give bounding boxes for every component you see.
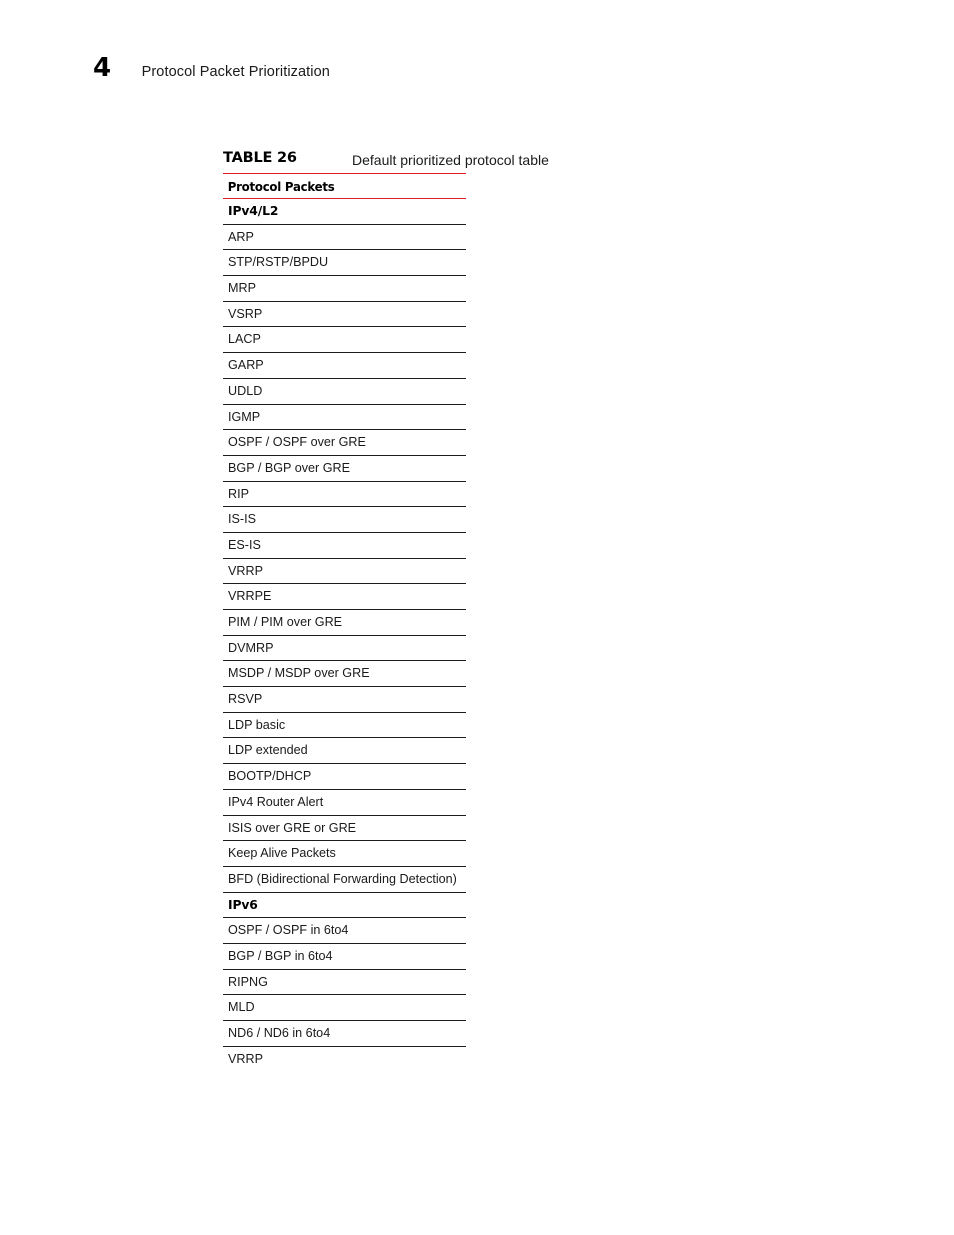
protocol-packet-label: MLD [228, 1000, 255, 1015]
protocol-packet-label: LDP basic [228, 717, 286, 732]
table-row: RSVP [223, 687, 466, 713]
protocol-packet-label: RSVP [228, 692, 263, 707]
protocol-packet-label: IPv4 Router Alert [228, 794, 324, 809]
table-row: OSPF / OSPF over GRE [223, 430, 466, 456]
table-row: IPv4 Router Alert [223, 790, 466, 816]
protocol-packet-label: DVMRP [228, 640, 274, 655]
table-row: RIPNG [223, 970, 466, 996]
table-group-row: IPv6 [223, 893, 466, 919]
table-row: IGMP [223, 405, 466, 431]
table-row: VRRPE [223, 584, 466, 610]
protocol-packet-label: LDP extended [228, 743, 308, 758]
table-row: MSDP / MSDP over GRE [223, 661, 466, 688]
protocol-packet-label: MRP [228, 281, 256, 296]
protocol-packet-label: ND6 / ND6 in 6to4 [228, 1026, 331, 1040]
table-row: BFD (Bidirectional Forwarding Detection) [223, 867, 466, 893]
protocol-packet-label: RIPNG [228, 974, 268, 989]
protocol-packet-label: VRRPE [228, 589, 272, 604]
table-column-header-row: Protocol Packets [223, 174, 466, 199]
table-row: LACP [223, 327, 466, 354]
protocol-packet-label: RIP [228, 486, 249, 501]
table-row: MRP [223, 276, 466, 302]
protocol-packet-label: VRRP [228, 563, 263, 578]
table-row: ARP [223, 225, 466, 251]
table-caption: TABLE 26 Default prioritized protocol ta… [223, 150, 549, 174]
table-row: BGP / BGP over GRE [223, 456, 466, 482]
table-row: LDP extended [223, 738, 466, 765]
table-group-row: IPv4/L2 [223, 199, 466, 225]
table-row: VRRP [223, 559, 466, 585]
protocol-packet-label: BGP / BGP over GRE [228, 460, 351, 475]
table-row: BOOTP/DHCP [223, 764, 466, 790]
table-row: IS-IS [223, 507, 466, 533]
page-running-header: 4 Protocol Packet Prioritization [93, 55, 330, 81]
protocol-packet-label: VRRP [228, 1051, 263, 1066]
protocol-packet-label: LACP [228, 332, 261, 347]
protocol-packet-label: STP/RSTP/BPDU [228, 255, 329, 270]
table-row: UDLD [223, 379, 466, 405]
chapter-number: 4 [93, 53, 111, 83]
table-row: ND6 / ND6 in 6to4 [223, 1021, 466, 1047]
protocol-packet-label: IPv4/L2 [228, 204, 279, 218]
table-body: IPv4/L2 ARP STP/RSTP/BPDU MRP VSRP LACP GARP UD… [223, 199, 466, 1072]
table-row: STP/RSTP/BPDU [223, 250, 466, 277]
protocol-packet-label: BOOTP/DHCP [228, 769, 312, 784]
protocol-packet-label: ES-IS [228, 537, 261, 552]
table-row: Keep Alive Packets [223, 841, 466, 867]
protocol-packet-label: IPv6 [228, 897, 258, 912]
protocol-packet-label: VSRP [228, 306, 263, 321]
table-row: RIP [223, 482, 466, 508]
table-row: MLD [223, 995, 466, 1021]
table-row: BGP / BGP in 6to4 [223, 944, 466, 970]
table-row: ISIS over GRE or GRE [223, 816, 466, 842]
table-row: VRRP [223, 1047, 466, 1073]
table-row: GARP [223, 353, 466, 379]
protocol-packet-label: GARP [228, 358, 264, 373]
table-row: LDP basic [223, 713, 466, 739]
protocol-packet-label: ARP [228, 229, 254, 244]
table-row: PIM / PIM over GRE [223, 610, 466, 636]
protocol-packet-label: OSPF / OSPF over GRE [228, 435, 366, 450]
protocol-packet-label: MSDP / MSDP over GRE [228, 666, 370, 681]
table-row: VSRP [223, 302, 466, 328]
chapter-title: Protocol Packet Prioritization [141, 64, 330, 80]
protocol-packet-label: IGMP [228, 409, 261, 424]
protocol-packet-label: BGP / BGP in 6to4 [228, 948, 333, 963]
protocol-packet-label: IS-IS [228, 512, 256, 527]
protocol-packet-label: PIM / PIM over GRE [228, 615, 343, 629]
protocol-packet-label: ISIS over GRE or GRE [228, 820, 357, 835]
table-row: DVMRP [223, 636, 466, 662]
protocol-packet-label: Keep Alive Packets [228, 846, 336, 861]
protocol-packet-label: OSPF / OSPF in 6to4 [228, 923, 349, 938]
column-header-protocol-packets: Protocol Packets [227, 179, 335, 194]
table-row: ES-IS [223, 533, 466, 559]
table-caption-text: Default prioritized protocol table [352, 152, 549, 168]
table-label: TABLE 26 [223, 150, 297, 166]
table-row: OSPF / OSPF in 6to4 [223, 918, 466, 944]
protocol-packet-label: UDLD [228, 383, 263, 398]
protocol-packet-label: BFD (Bidirectional Forwarding Detection) [228, 871, 457, 886]
default-prioritized-protocol-table: TABLE 26 Default prioritized protocol ta… [223, 150, 623, 1072]
